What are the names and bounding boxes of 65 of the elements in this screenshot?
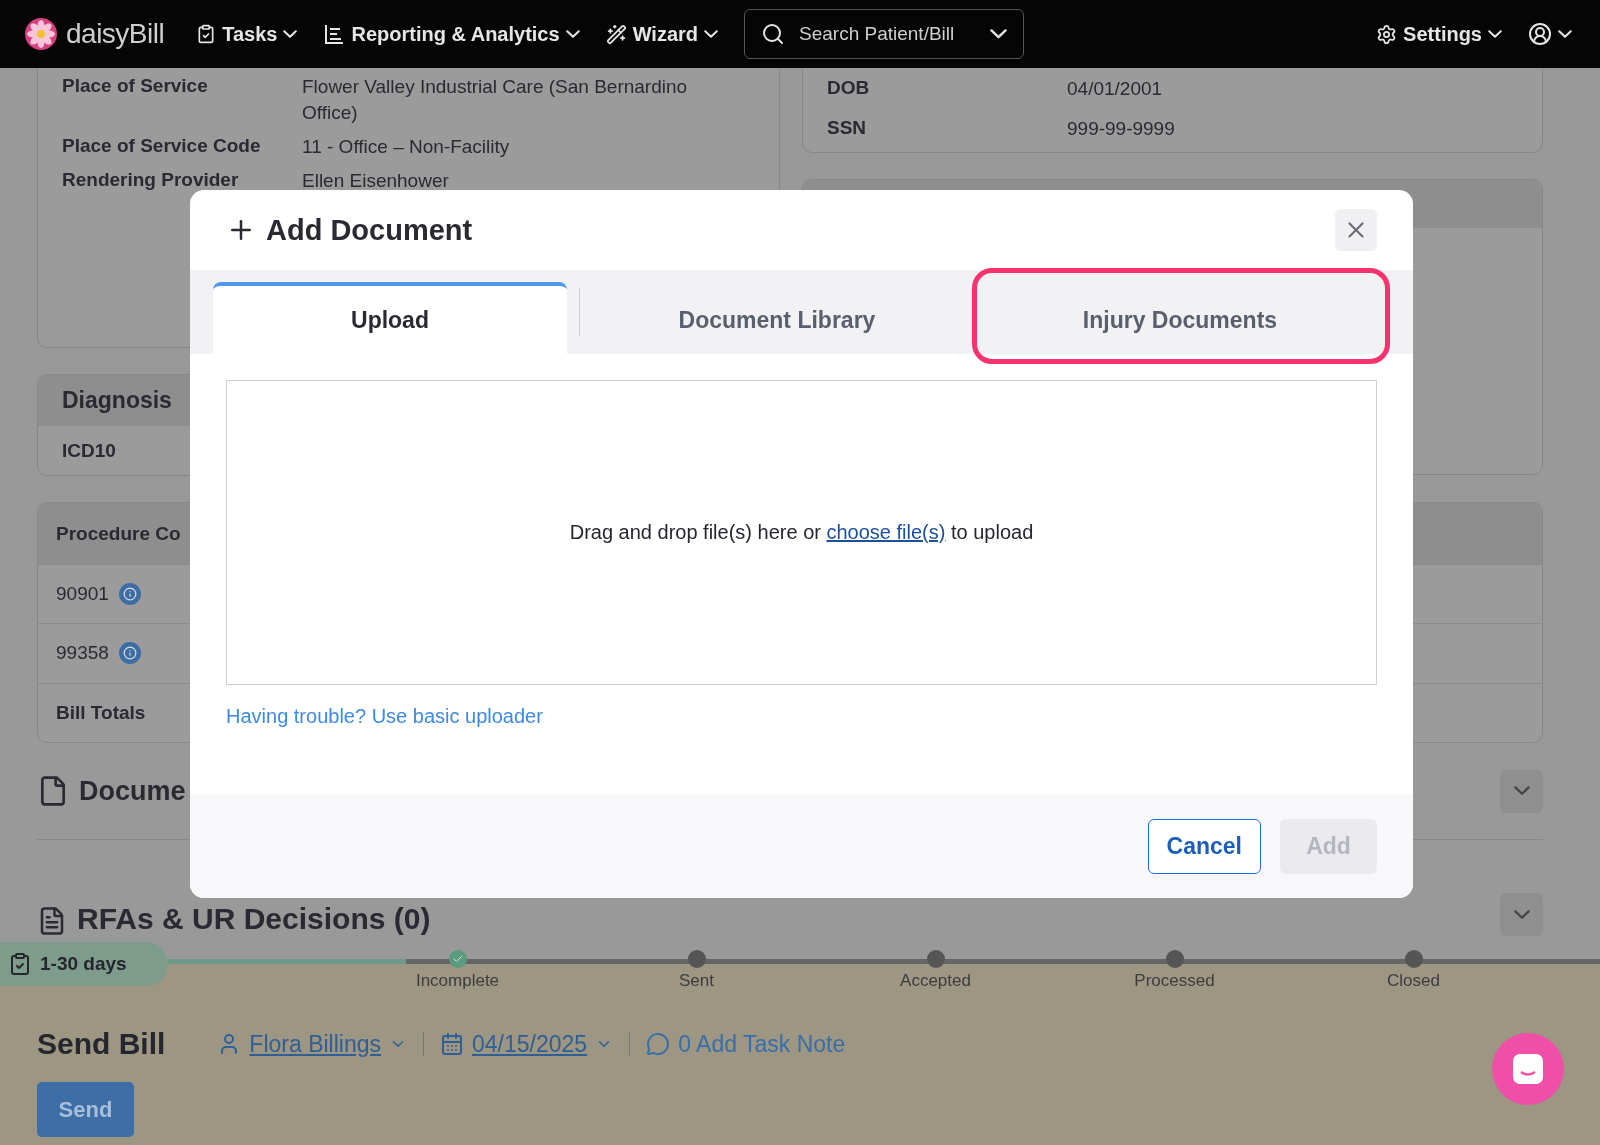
search-icon: [761, 22, 785, 46]
table-cell: Bill Totals: [56, 701, 146, 724]
basic-uploader-link[interactable]: Having trouble? Use basic uploader: [226, 705, 543, 728]
field-value: Ellen Eisenhower: [302, 169, 449, 193]
section-title: RFAs & UR Decisions (0): [77, 902, 431, 936]
info-icon[interactable]: [118, 642, 141, 665]
search-field[interactable]: Search Patient/Bill: [797, 22, 978, 46]
chevron-icon: [704, 30, 718, 38]
dialog-title: Add Document: [266, 213, 473, 247]
days-badge: 1-30 days: [0, 942, 168, 986]
chevron-icon: [283, 30, 298, 38]
close-button[interactable]: [1335, 209, 1377, 251]
table-cell: 90901: [56, 583, 109, 606]
calendar-icon: [440, 1032, 464, 1056]
step-label: Processed: [1134, 971, 1215, 991]
choose-files-link[interactable]: choose file(s): [826, 521, 946, 543]
field-value: 11 - Office – Non-Facility: [302, 135, 510, 159]
chevron-icon: [990, 29, 1007, 39]
drop-zone[interactable]: Drag and drop file(s) here or choose file(s) to upload: [226, 380, 1377, 685]
task-title: Send Bill: [37, 1027, 166, 1061]
section-title: Docume: [79, 775, 186, 807]
field-value: 999-99-9999: [1067, 117, 1175, 141]
chat-icon: [1511, 1052, 1545, 1086]
drop-instructions: Drag and drop file(s) here or choose file(s) to upload: [569, 521, 1034, 544]
step-label: Incomplete: [415, 971, 500, 991]
clipboard-icon: [196, 24, 217, 44]
expand-button[interactable]: [1500, 893, 1543, 936]
wand-icon: [605, 23, 627, 45]
chevron-icon: [1513, 786, 1530, 796]
chevron-icon: [1558, 30, 1572, 38]
chevron-icon: [565, 30, 580, 38]
nav-menu[interactable]: Reporting & Analytics: [319, 22, 584, 46]
tab[interactable]: Upload: [213, 282, 567, 354]
chevron-icon: [1513, 909, 1530, 920]
chevron-icon: [1488, 30, 1502, 38]
step-label: Sent: [679, 971, 714, 991]
search-bar[interactable]: Search Patient/Bill: [744, 9, 1024, 59]
expand-button[interactable]: [1500, 769, 1543, 813]
table-cell: 99358: [56, 642, 109, 665]
flower-logo-icon: [24, 17, 58, 51]
table-cell: ICD10: [62, 439, 116, 462]
nav-menu[interactable]: Wizard: [601, 22, 722, 46]
field-label: Rendering Provider: [62, 168, 240, 192]
chart-icon: [323, 23, 346, 45]
user-icon: [1528, 22, 1552, 46]
field-value: 04/01/2001: [1067, 77, 1163, 101]
tab[interactable]: Document Library: [592, 282, 962, 354]
field-value: Flower Valley Industrial Care (San Bernardino Office): [302, 75, 689, 125]
field-label: Place of Service: [62, 74, 209, 98]
field-label: SSN: [827, 116, 868, 140]
cancel-button[interactable]: Cancel: [1147, 818, 1261, 874]
settings-icon: [1376, 23, 1398, 45]
column-header: Procedure Co: [56, 522, 181, 545]
clipboard-icon: [8, 952, 32, 976]
card-title: Diagnosis: [62, 386, 172, 414]
step-label: Accepted: [900, 971, 971, 991]
info-icon[interactable]: [118, 583, 141, 606]
comment-icon: [646, 1032, 671, 1056]
tab[interactable]: Injury Documents: [980, 282, 1380, 354]
nav-menu[interactable]: Tasks: [192, 22, 302, 46]
settings-menu[interactable]: Settings: [1372, 22, 1506, 46]
field-label: DOB: [827, 76, 871, 100]
field-label: Place of Service Code: [62, 134, 262, 158]
brand-name: daisyBill: [66, 18, 165, 50]
step-label: Closed: [1387, 971, 1440, 991]
